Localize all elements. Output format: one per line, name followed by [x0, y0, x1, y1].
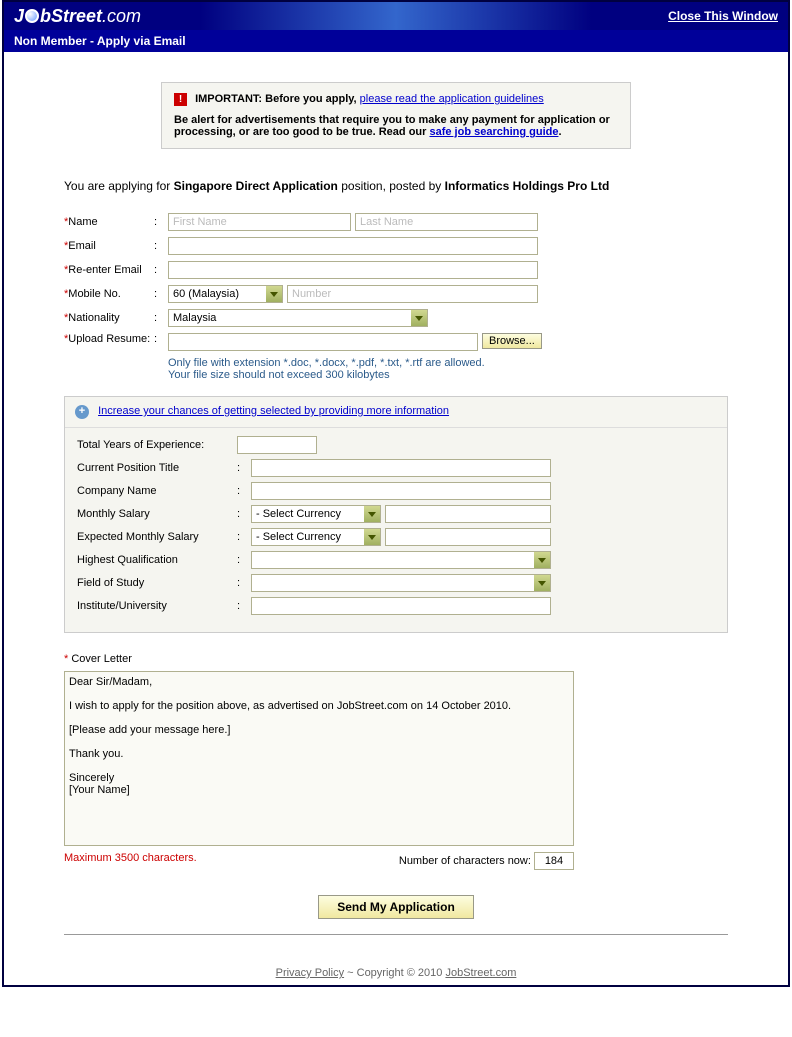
exp-currency-select[interactable]: - Select Currency — [251, 528, 381, 546]
position-input[interactable] — [251, 459, 551, 477]
logo-text: bStreet — [40, 6, 102, 27]
mobile-input[interactable] — [287, 285, 538, 303]
char-count-label: Number of characters now: — [399, 855, 531, 867]
reemail-label: Re-enter Email — [68, 264, 141, 276]
guidelines-link[interactable]: please read the application guidelines — [360, 93, 544, 105]
mobile-label: Mobile No. — [68, 288, 121, 300]
qualification-select[interactable] — [251, 551, 551, 569]
subheader: Non Member - Apply via Email — [4, 30, 788, 52]
nationality-label: Nationality — [68, 312, 119, 324]
resume-label: Upload Resume: — [68, 333, 150, 345]
logo: JbStreet.com — [14, 6, 141, 27]
exp-salary-input[interactable] — [385, 528, 551, 546]
company-input[interactable] — [251, 482, 551, 500]
experience-input[interactable] — [237, 436, 317, 454]
close-window-link[interactable]: Close This Window — [668, 9, 778, 23]
file-note-1: Only file with extension *.doc, *.docx, … — [168, 357, 728, 369]
company-label: Company Name — [77, 485, 237, 497]
logo-text: J — [14, 6, 24, 27]
applying-text: You are applying for Singapore Direct Ap… — [64, 179, 728, 193]
safe-guide-link[interactable]: safe job searching guide — [429, 126, 558, 138]
apply-middle: position, posted by — [338, 179, 445, 193]
browse-button[interactable]: Browse... — [482, 333, 542, 349]
institute-label: Institute/University — [77, 600, 237, 612]
header-bar: JbStreet.com Close This Window — [4, 2, 788, 30]
privacy-link[interactable]: Privacy Policy — [276, 967, 344, 979]
field-select[interactable] — [251, 574, 551, 592]
divider — [64, 934, 728, 935]
qualification-label: Highest Qualification — [77, 554, 237, 566]
email-label: Email — [68, 240, 96, 252]
cover-label: Cover Letter — [71, 653, 132, 665]
reemail-input[interactable] — [168, 261, 538, 279]
position-label: Current Position Title — [77, 462, 237, 474]
resume-path-input[interactable] — [168, 333, 478, 351]
apply-position: Singapore Direct Application — [174, 179, 338, 193]
field-label: Field of Study — [77, 577, 237, 589]
max-chars: Maximum 3500 characters. — [64, 852, 197, 870]
institute-input[interactable] — [251, 597, 551, 615]
important-label: IMPORTANT: Before you apply, — [195, 93, 357, 105]
jobstreet-link[interactable]: JobStreet.com — [445, 967, 516, 979]
currency-select[interactable]: - Select Currency — [251, 505, 381, 523]
send-application-button[interactable]: Send My Application — [318, 895, 474, 919]
period: . — [558, 126, 561, 138]
last-name-input[interactable] — [355, 213, 538, 231]
salary-input[interactable] — [385, 505, 551, 523]
apply-prefix: You are applying for — [64, 179, 174, 193]
file-note-2: Your file size should not exceed 300 kil… — [168, 369, 728, 381]
country-code-select[interactable]: 60 (Malaysia) — [168, 285, 283, 303]
name-label: Name — [68, 216, 97, 228]
experience-label: Total Years of Experience: — [77, 439, 237, 451]
apply-company: Informatics Holdings Pro Ltd — [445, 179, 610, 193]
char-count-input — [534, 852, 574, 870]
alert-icon: ! — [174, 93, 187, 106]
plus-icon: + — [75, 405, 89, 419]
notice-box: ! IMPORTANT: Before you apply, please re… — [161, 82, 631, 149]
first-name-input[interactable] — [168, 213, 351, 231]
expand-section: + Increase your chances of getting selec… — [64, 396, 728, 633]
exp-salary-label: Expected Monthly Salary — [77, 531, 237, 543]
cover-letter-textarea[interactable] — [64, 671, 574, 846]
footer: Privacy Policy ~ Copyright © 2010 JobStr… — [4, 955, 788, 985]
email-input[interactable] — [168, 237, 538, 255]
expand-link[interactable]: Increase your chances of getting selecte… — [98, 405, 449, 417]
logo-o-icon — [25, 9, 39, 23]
salary-label: Monthly Salary — [77, 508, 237, 520]
nationality-select[interactable]: Malaysia — [168, 309, 428, 327]
logo-suffix: .com — [102, 6, 141, 27]
copyright: Copyright © 2010 — [357, 967, 446, 979]
sep: ~ — [344, 967, 357, 979]
